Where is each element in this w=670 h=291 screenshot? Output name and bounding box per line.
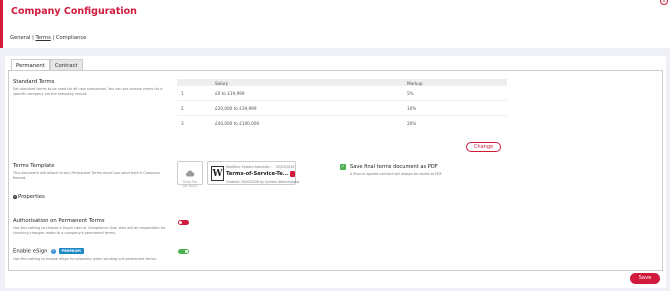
row-index: 1	[181, 91, 184, 96]
header: Company Configuration General | Terms | …	[0, 0, 670, 48]
file-created: Created: 20/03/2026 by System Administra…	[226, 180, 300, 184]
esign-title-row: Enable eSign? PREMIUM	[13, 248, 84, 255]
properties-expander[interactable]: + Properties	[13, 194, 45, 200]
file-modified-date: 05/03/2026	[276, 165, 295, 169]
column-header-salary: Salary	[215, 80, 229, 86]
row-salary: £0 to £19,999	[215, 91, 245, 96]
row-markup: 5%	[407, 91, 414, 96]
delete-icon[interactable]	[290, 171, 295, 177]
upload-cloud-icon	[185, 170, 195, 177]
premium-badge: PREMIUM	[58, 248, 84, 254]
file-modified-by: Modified: System Administr...	[226, 165, 273, 169]
config-panel: Permanent Contract Standard Terms Set st…	[5, 56, 666, 288]
breadcrumb-terms[interactable]: Terms	[36, 35, 51, 41]
change-button[interactable]: Change	[466, 142, 501, 152]
terms-template-title: Terms Template	[13, 163, 55, 169]
file-drop-zone[interactable]: Drop File (or click)	[177, 161, 203, 188]
table-row: 3 £40,000 to £100,000 20%	[177, 116, 507, 131]
drop-zone-hint: (or click)	[183, 183, 197, 188]
properties-label: Properties	[18, 194, 45, 200]
help-icon[interactable]: ?	[50, 248, 56, 254]
save-pdf-note: A final or agreed contract will always b…	[350, 172, 442, 176]
table-row: 1 £0 to £19,999 5%	[177, 86, 507, 101]
esign-description: Use this setting to enable eSign functio…	[13, 257, 157, 261]
close-icon[interactable]: ×	[660, 0, 668, 5]
breadcrumb-compliance[interactable]: Compliance	[56, 35, 87, 41]
save-button[interactable]: Save	[630, 273, 660, 284]
authorisation-toggle[interactable]	[178, 220, 189, 225]
toggle-knob	[179, 220, 183, 225]
row-salary: £20,000 to £39,999	[215, 106, 257, 111]
file-name[interactable]: Terms-of-Service-Te...	[226, 171, 289, 177]
row-markup: 20%	[407, 121, 417, 126]
table-row: 2 £20,000 to £39,999 10%	[177, 101, 507, 116]
terms-template-description: This document will attach to any Permane…	[13, 171, 160, 180]
breadcrumb: General | Terms | Compliance	[10, 35, 86, 41]
esign-toggle[interactable]	[178, 249, 189, 254]
terms-table: Salary Markup 1 £0 to £19,999 5% 2 £20,0…	[177, 79, 507, 131]
row-markup: 10%	[407, 106, 417, 111]
esign-title: Enable eSign	[13, 248, 48, 255]
save-pdf-checkbox[interactable]: ✓	[340, 164, 346, 170]
tab-content: Standard Terms Set standard terms to be …	[8, 70, 663, 271]
save-pdf-label: Save final terms document as PDF	[350, 164, 438, 170]
column-header-markup: Markup	[407, 80, 423, 86]
page-title: Company Configuration	[11, 6, 137, 17]
plus-icon: +	[13, 194, 17, 199]
standard-terms-title: Standard Terms	[13, 79, 55, 85]
toggle-knob	[184, 249, 188, 254]
row-salary: £40,000 to £100,000	[215, 121, 260, 126]
breadcrumb-general[interactable]: General	[10, 35, 30, 41]
standard-terms-description: Set standard terms to be used for all ne…	[13, 87, 163, 96]
page: Company Configuration General | Terms | …	[0, 0, 670, 291]
authorisation-description: Use this setting to choose a Super User …	[13, 226, 166, 235]
authorisation-title: Authorisation on Permanent Terms	[13, 218, 105, 224]
row-index: 2	[181, 106, 184, 111]
row-index: 3	[181, 121, 184, 126]
table-header: Salary Markup	[177, 79, 507, 86]
uploaded-file-card[interactable]: W Modified: System Administr... 05/03/20…	[207, 161, 300, 185]
word-document-icon: W	[211, 166, 224, 181]
